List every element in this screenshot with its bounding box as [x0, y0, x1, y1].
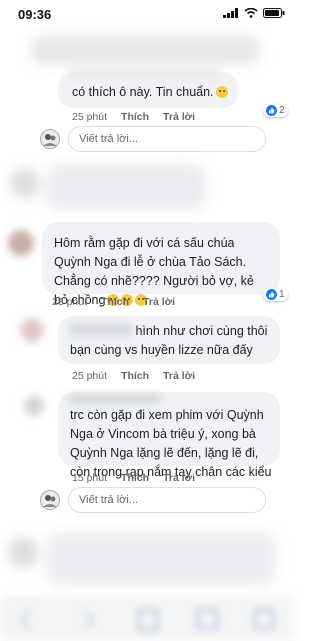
comment-meta-3: 25 phút Thích Trả lời [72, 370, 195, 382]
comment-text-1: có thích ô này. Tin chuẩn. [72, 85, 214, 99]
battery-icon [263, 8, 285, 18]
thumbs-up-icon [266, 105, 277, 116]
reply-input-2[interactable]: Viết trả lời... [68, 487, 266, 513]
comment-meta-1: 25 phút Thích Trả lời [72, 111, 195, 123]
reply-input-1[interactable]: Viết trả lời... [68, 126, 266, 152]
reply-link-1[interactable]: Trả lời [163, 111, 195, 123]
bottom-toolbar [0, 598, 295, 641]
share-icon[interactable] [138, 609, 158, 631]
comment-time-4: 15 phút [72, 472, 108, 484]
comment-name-3-blurred [70, 324, 132, 336]
like-link-4[interactable]: Thích [121, 472, 149, 484]
forward-icon[interactable] [75, 610, 95, 630]
blurred-bottom-comment [8, 528, 288, 594]
smile-emoji [215, 86, 228, 98]
avatar-3 [20, 318, 44, 342]
user-avatar-icon [40, 490, 60, 510]
user-avatar-icon [40, 129, 60, 149]
reply-link-4[interactable]: Trả lời [163, 472, 195, 484]
comment-bubble-3: hình như chơi cùng thôi bạn cùng vs huyề… [58, 316, 280, 364]
comment-text-4: trc còn gặp đi xem phim với Quỳnh Nga ở … [70, 408, 272, 479]
tabs-icon[interactable] [254, 609, 274, 629]
back-icon[interactable] [19, 610, 39, 630]
like-count-1: 2 [279, 105, 285, 116]
reply-placeholder-1: Viết trả lời... [79, 133, 138, 145]
avatar-4 [24, 396, 44, 416]
status-icons [223, 8, 285, 18]
like-link-3[interactable]: Thích [121, 370, 149, 382]
comment-time-3: 25 phút [72, 370, 108, 382]
like-badge-1[interactable]: 2 [263, 104, 288, 117]
reply-row-2: Viết trả lời... [40, 487, 266, 513]
comment-meta-4: 15 phút Thích Trả lời [72, 472, 195, 484]
avatar-2 [8, 230, 34, 256]
like-count-2: 1 [279, 289, 285, 300]
comment-bubble-2: Hôm rằm gặp đi với cá sấu chúa Quỳnh Nga… [42, 222, 280, 307]
reply-link-3[interactable]: Trả lời [163, 370, 195, 382]
reply-placeholder-2: Viết trả lời... [79, 494, 138, 506]
comment-time-1: 25 phút [72, 111, 108, 123]
reply-link-2[interactable]: Trả lời [143, 296, 175, 308]
like-badge-2[interactable]: 1 [263, 288, 288, 301]
signal-icon [223, 8, 238, 18]
comment-1-hidden-top [70, 68, 220, 78]
wifi-icon [244, 8, 258, 18]
comment-meta-2: 28 phút Thích Trả lời [52, 296, 175, 308]
like-link-2[interactable]: Thích [101, 296, 129, 308]
status-time: 09:36 [18, 7, 52, 22]
blurred-comment [10, 160, 285, 220]
like-link-1[interactable]: Thích [121, 111, 149, 123]
comment-4-hidden-name [70, 394, 160, 404]
bookmarks-icon[interactable] [196, 609, 218, 629]
reply-row-1: Viết trả lời... [40, 126, 266, 152]
thumbs-up-icon [266, 289, 277, 300]
comment-time-2: 28 phút [52, 296, 88, 308]
